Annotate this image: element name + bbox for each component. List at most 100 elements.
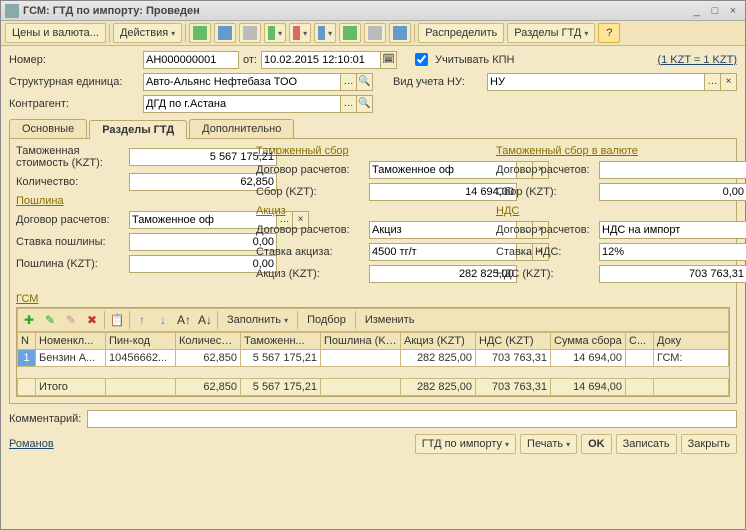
gsm-title: ГСМ	[16, 293, 730, 305]
sbor-input[interactable]	[369, 183, 517, 201]
post-icon[interactable]	[189, 23, 211, 43]
akc-label: Акциз (KZT):	[256, 268, 366, 280]
tree-icon[interactable]	[339, 23, 361, 43]
table-row[interactable]: 1 Бензин А... 10456662... 62,850 5 567 1…	[18, 350, 729, 367]
qty-input[interactable]	[129, 173, 277, 191]
gsm-grid-footer: Итого 62,850 5 567 175,21 282 825,00 703…	[17, 378, 729, 396]
maximize-button[interactable]: □	[707, 4, 723, 18]
duty-input[interactable]	[129, 255, 277, 273]
sborv-section: Таможенный сбор в валюте	[496, 145, 730, 157]
actions-menu-button[interactable]: Действия▾	[113, 23, 182, 43]
col-duty[interactable]: Пошлина (KZT)	[321, 333, 401, 350]
grid-header-row: N Номенкл... Пин-код Количество Таможенн…	[18, 333, 729, 350]
delete-row-icon[interactable]: ✖	[83, 311, 101, 329]
col-cost[interactable]: Таможенн...	[241, 333, 321, 350]
minimize-button[interactable]: _	[689, 4, 705, 18]
struct-input[interactable]	[143, 73, 341, 91]
sort-desc-icon[interactable]: A↓	[196, 311, 214, 329]
sborv-label: Сбор (KZT):	[496, 186, 596, 198]
gsm-grid[interactable]: N Номенкл... Пин-код Количество Таможенн…	[17, 332, 729, 367]
vid-select-icon[interactable]: …	[705, 73, 721, 91]
akc-dog-label: Договор расчетов:	[256, 224, 366, 236]
contr-select-icon[interactable]: …	[341, 95, 357, 113]
akc-input[interactable]	[369, 265, 517, 283]
sbor-dog-label: Договор расчетов:	[256, 164, 366, 176]
prices-currency-button[interactable]: Цены и валюта...	[5, 23, 106, 43]
akc-dog-input[interactable]	[369, 221, 517, 239]
kpn-checkbox[interactable]	[415, 53, 428, 66]
report-icon[interactable]	[364, 23, 386, 43]
duty-rate-input[interactable]	[129, 233, 277, 251]
close-form-button[interactable]: Закрыть	[681, 434, 737, 454]
contr-input[interactable]	[143, 95, 341, 113]
clipboard-icon[interactable]: 📋	[108, 311, 126, 329]
contr-open-icon[interactable]: 🔍	[357, 95, 373, 113]
col-nds[interactable]: НДС (KZT)	[476, 333, 551, 350]
gtd-sections-button[interactable]: Разделы ГТД▾	[507, 23, 595, 43]
rate-link[interactable]: (1 KZT = 1 KZT)	[657, 54, 737, 66]
help-icon[interactable]: ?	[598, 23, 620, 43]
sborv-input[interactable]	[599, 183, 746, 201]
col-s[interactable]: С...	[626, 333, 654, 350]
col-n[interactable]: N	[18, 333, 36, 350]
col-sbor[interactable]: Сумма сбора	[551, 333, 626, 350]
tab-main[interactable]: Основные	[9, 119, 87, 138]
edit-button[interactable]: Изменить	[359, 314, 421, 326]
nds-input[interactable]	[599, 265, 746, 283]
nds-dog-label: Договор расчетов:	[496, 224, 596, 236]
date-input[interactable]	[261, 51, 381, 69]
insert-row-icon[interactable]: ✎	[41, 311, 59, 329]
close-button[interactable]: ×	[725, 4, 741, 18]
ok-button[interactable]: OK	[581, 434, 612, 454]
comment-input[interactable]	[87, 410, 737, 428]
move-up-icon[interactable]: ↑	[133, 311, 151, 329]
write-button[interactable]: Записать	[616, 434, 677, 454]
gtd-import-button[interactable]: ГТД по импорту▾	[415, 434, 516, 454]
pick-button[interactable]: Подбор	[301, 314, 352, 326]
cost-input[interactable]	[129, 148, 277, 166]
cost-label: Таможенная стоимость (KZT):	[16, 145, 126, 169]
sbor-section: Таможенный сбор	[256, 145, 490, 157]
sort-asc-icon[interactable]: A↑	[175, 311, 193, 329]
distribute-button[interactable]: Распределить	[418, 23, 504, 43]
col-qty[interactable]: Количество	[176, 333, 241, 350]
col-pin[interactable]: Пин-код	[106, 333, 176, 350]
col-doc[interactable]: Доку	[654, 333, 729, 350]
sbor-dog-input[interactable]	[369, 161, 517, 179]
print-button[interactable]: Печать▾	[520, 434, 577, 454]
struct-select-icon[interactable]: …	[341, 73, 357, 91]
nds-rate-input[interactable]	[599, 243, 746, 261]
refresh-icon[interactable]	[214, 23, 236, 43]
basedon-icon[interactable]: ▾	[264, 23, 286, 43]
qty-label: Количество:	[16, 176, 126, 188]
tab-gtd-sections[interactable]: Разделы ГТД	[89, 120, 187, 139]
vid-clear-icon[interactable]: ×	[721, 73, 737, 91]
user-link[interactable]: Романов	[9, 438, 54, 450]
akc-section: Акциз	[256, 205, 490, 217]
date-picker-icon[interactable]: 🗓	[381, 51, 397, 69]
copy-icon[interactable]	[239, 23, 261, 43]
akc-rate-label: Ставка акциза:	[256, 246, 366, 258]
struct-label: Структурная единица:	[9, 76, 139, 88]
sborv-dog-input[interactable]	[599, 161, 746, 179]
tool1-icon[interactable]: ▾	[314, 23, 336, 43]
add-row-icon[interactable]: ✚	[20, 311, 38, 329]
tabs: Основные Разделы ГТД Дополнительно	[9, 119, 737, 138]
akc-rate-input[interactable]	[369, 243, 517, 261]
struct-open-icon[interactable]: 🔍	[357, 73, 373, 91]
number-input[interactable]	[143, 51, 239, 69]
tool2-icon[interactable]	[389, 23, 411, 43]
tab-additional[interactable]: Дополнительно	[189, 119, 294, 138]
from-label: от:	[243, 54, 257, 66]
edit-row-icon[interactable]: ✎	[62, 311, 80, 329]
fill-button[interactable]: Заполнить ▾	[221, 314, 294, 326]
col-akc[interactable]: Акциз (KZT)	[401, 333, 476, 350]
movement-icon[interactable]: ▾	[289, 23, 311, 43]
move-down-icon[interactable]: ↓	[154, 311, 172, 329]
vid-input[interactable]	[487, 73, 705, 91]
duty-label: Пошлина (KZT):	[16, 258, 126, 270]
total-label: Итого	[36, 379, 106, 396]
duty-dog-input[interactable]	[129, 211, 277, 229]
nds-dog-input[interactable]	[599, 221, 746, 239]
col-nom[interactable]: Номенкл...	[36, 333, 106, 350]
